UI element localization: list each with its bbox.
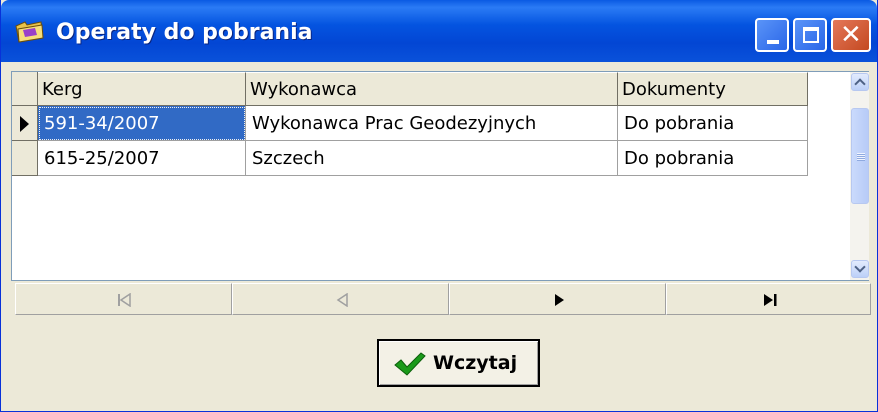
header-indicator-cell <box>12 72 38 106</box>
nav-first-button[interactable] <box>15 283 232 315</box>
grid-body: Kerg Wykonawca Dokumenty 591-34/2007 Wyk… <box>12 72 850 280</box>
current-row-arrow-icon <box>20 116 29 132</box>
grip-icon <box>857 153 865 161</box>
table-cell-dokumenty[interactable]: Do pobrania <box>618 141 808 176</box>
load-button[interactable]: Wczytaj <box>377 339 540 387</box>
row-indicator[interactable] <box>12 106 38 141</box>
folder-icon <box>15 21 44 43</box>
vertical-scrollbar[interactable] <box>850 72 869 280</box>
chevron-down-icon <box>854 261 866 273</box>
first-icon <box>118 293 131 307</box>
scroll-up-button[interactable] <box>851 73 869 91</box>
nav-next-button[interactable] <box>449 283 666 315</box>
table-cell-kerg[interactable]: 591-34/2007 <box>38 106 246 141</box>
window-title: Operaty do pobrania <box>56 20 313 45</box>
table-cell-dokumenty[interactable]: Do pobrania <box>618 106 808 141</box>
close-icon: ✕ <box>840 20 862 50</box>
nav-prior-button[interactable] <box>232 283 449 315</box>
dialog-window: Operaty do pobrania ✕ Kerg Wykonawca Dok… <box>0 0 878 412</box>
nav-last-button[interactable] <box>666 283 871 315</box>
next-icon <box>555 294 564 306</box>
load-button-label: Wczytaj <box>433 352 518 374</box>
maximize-icon <box>803 27 819 43</box>
prior-icon <box>336 293 348 307</box>
chevron-up-icon <box>854 78 866 90</box>
minimize-button[interactable] <box>755 18 789 52</box>
db-navigator <box>15 283 871 315</box>
scroll-down-button[interactable] <box>851 260 869 278</box>
column-header-wykonawca[interactable]: Wykonawca <box>246 72 618 106</box>
last-icon <box>764 294 777 306</box>
row-indicator[interactable] <box>12 141 38 176</box>
minimize-icon <box>767 40 779 44</box>
table-cell-wykonawca[interactable]: Szczech <box>246 141 618 176</box>
maximize-button[interactable] <box>793 18 827 52</box>
column-header-dokumenty[interactable]: Dokumenty <box>618 72 808 106</box>
column-header-kerg[interactable]: Kerg <box>38 72 246 106</box>
checkmark-icon <box>394 352 426 376</box>
table-cell-wykonawca[interactable]: Wykonawca Prac Geodezyjnych <box>246 106 618 141</box>
title-bar[interactable]: Operaty do pobrania ✕ <box>1 0 877 62</box>
table-cell-kerg[interactable]: 615-25/2007 <box>38 141 246 176</box>
data-grid[interactable]: Kerg Wykonawca Dokumenty 591-34/2007 Wyk… <box>11 71 869 281</box>
scroll-thumb[interactable] <box>851 108 869 204</box>
close-button[interactable]: ✕ <box>831 18 871 52</box>
